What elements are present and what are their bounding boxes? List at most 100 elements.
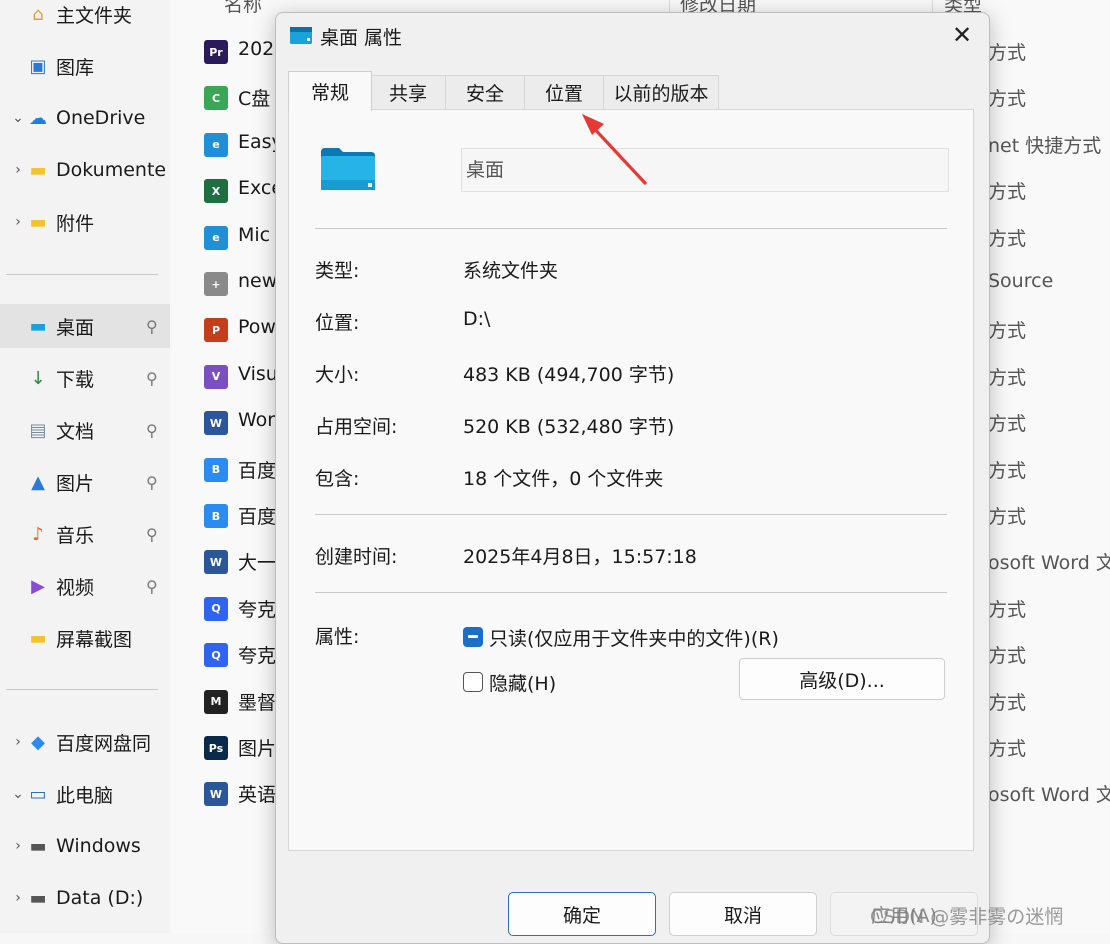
quark-icon: Q xyxy=(204,596,228,621)
close-button[interactable]: ✕ xyxy=(942,17,982,53)
readonly-label[interactable]: 只读(仅应用于文件夹中的文件)(R) xyxy=(489,624,779,651)
gallery-icon: ▣ xyxy=(29,55,47,77)
nav-item[interactable]: ▬ 屏幕截图 xyxy=(0,616,170,660)
cancel-button[interactable]: 取消 xyxy=(669,892,817,936)
nav-item-label: Windows xyxy=(56,835,141,857)
chevron-right-icon[interactable]: › xyxy=(10,214,26,230)
chevron-right-icon[interactable]: › xyxy=(10,890,26,906)
nav-item[interactable]: ▲ 图片 ⚲ xyxy=(0,460,170,504)
file-name: 大一 xyxy=(238,552,277,575)
nav-item-label: 百度网盘同 xyxy=(56,732,152,755)
desktop-icon: ▬ xyxy=(29,315,47,337)
created-label: 创建时间: xyxy=(315,546,398,568)
file-type: 方式 xyxy=(988,691,1027,714)
nav-item-label: 此电脑 xyxy=(56,784,114,807)
nav-item[interactable]: › ◆ 百度网盘同 xyxy=(0,720,170,764)
file-type: 方式 xyxy=(988,227,1027,250)
nav-item-label: Dokumente xyxy=(56,159,167,181)
file-name: Visu xyxy=(238,362,278,385)
tab-security[interactable]: 安全 xyxy=(445,75,525,109)
size-value: 483 KB (494,700 字节) xyxy=(463,364,675,386)
column-header-name[interactable]: 名称 xyxy=(224,0,262,17)
tab-sharing[interactable]: 共享 xyxy=(370,75,446,109)
word-icon: W xyxy=(204,550,228,575)
nav-separator xyxy=(6,274,158,275)
home-icon: ⌂ xyxy=(32,3,44,25)
hidden-label[interactable]: 隐藏(H) xyxy=(489,669,556,696)
drive-icon: ▬ xyxy=(29,887,47,909)
nav-item[interactable]: ⌂ 主文件夹 xyxy=(0,0,170,36)
excel-icon: X xyxy=(204,179,228,204)
nav-item[interactable]: ▤ 文档 ⚲ xyxy=(0,408,170,452)
pin-icon: ⚲ xyxy=(146,316,158,336)
chevron-right-icon[interactable]: › xyxy=(10,838,26,854)
contains-label: 包含: xyxy=(315,468,360,490)
properties-dialog: 桌面 属性 ✕ 常规 共享 安全 位置 以前的版本 桌面 类型: 系统文件夹 位… xyxy=(275,12,990,944)
tab-general[interactable]: 常规 xyxy=(288,71,372,111)
drive-icon: ▬ xyxy=(29,835,47,857)
file-type: net 快捷方式 xyxy=(988,134,1102,157)
dialog-title: 桌面 属性 xyxy=(320,27,403,49)
nav-item-label: 音乐 xyxy=(56,524,95,547)
quark-icon: Q xyxy=(204,643,228,668)
computer-icon: ▭ xyxy=(29,783,47,805)
file-type: 方式 xyxy=(988,459,1027,482)
visual-studio-icon: V xyxy=(204,364,228,389)
app-shortcut-icon: C xyxy=(204,86,228,111)
file-type: Source xyxy=(988,270,1054,292)
chevron-right-icon[interactable]: › xyxy=(10,734,26,750)
general-tab-panel: 桌面 类型: 系统文件夹 位置: D:\ 大小: 483 KB (494,700… xyxy=(288,109,974,851)
baidu-netdisk-icon: B xyxy=(204,457,228,482)
pin-icon: ⚲ xyxy=(146,472,158,492)
file-type: 方式 xyxy=(988,181,1027,204)
nav-item[interactable]: › ▬ Data (D:) xyxy=(0,876,170,920)
nav-item-label: 图片 xyxy=(56,472,95,495)
nav-item[interactable]: ▶ 视频 ⚲ xyxy=(0,564,170,608)
size-label: 大小: xyxy=(315,364,360,386)
tab-previous-versions[interactable]: 以前的版本 xyxy=(603,75,719,109)
nav-item[interactable]: ⌄ ☁ OneDrive xyxy=(0,96,170,140)
nav-item[interactable]: ⌄ ▭ 此电脑 xyxy=(0,772,170,816)
divider xyxy=(315,592,947,593)
nav-item[interactable]: ▣ 图库 xyxy=(0,44,170,88)
divider xyxy=(315,514,947,515)
pin-icon: ⚲ xyxy=(146,576,158,596)
advanced-button[interactable]: 高级(D)... xyxy=(739,658,945,700)
ok-button[interactable]: 确定 xyxy=(508,892,656,936)
nav-item[interactable]: ▬ 桌面 ⚲ xyxy=(0,304,170,348)
navigation-pane: ⌂ 主文件夹 ▣ 图库 ⌄ ☁ OneDrive › ▬ Dokumente › ▬ 附件 ▬ 桌面 ⚲ ↓ 下载… xyxy=(0,0,170,933)
chevron-down-icon[interactable]: ⌄ xyxy=(10,786,26,802)
folder-name-input[interactable]: 桌面 xyxy=(461,148,949,192)
column-divider[interactable] xyxy=(669,0,670,12)
readonly-checkbox[interactable] xyxy=(463,627,483,647)
file-name: 百度 xyxy=(238,459,277,482)
column-divider[interactable] xyxy=(932,0,933,12)
chevron-right-icon[interactable]: › xyxy=(10,162,26,178)
nav-item[interactable]: › ▬ 附件 xyxy=(0,200,170,244)
premiere-icon: Pr xyxy=(204,40,228,64)
file-type: 方式 xyxy=(988,738,1027,760)
file-name: C盘 xyxy=(238,88,271,111)
location-label: 位置: xyxy=(315,312,360,334)
file-name: Pow xyxy=(238,316,276,339)
nav-item[interactable]: › ▬ Windows xyxy=(0,824,170,868)
divider xyxy=(315,228,947,229)
tab-location[interactable]: 位置 xyxy=(524,75,604,109)
hidden-checkbox[interactable] xyxy=(463,672,483,692)
contains-value: 18 个文件，0 个文件夹 xyxy=(463,468,664,490)
download-icon: ↓ xyxy=(30,367,46,389)
file-type: 方式 xyxy=(988,88,1027,111)
nav-item[interactable]: ♪ 音乐 ⚲ xyxy=(0,512,170,556)
file-name: 英语 xyxy=(238,784,277,807)
chevron-down-icon[interactable]: ⌄ xyxy=(10,110,26,126)
file-name: Wor xyxy=(238,409,276,432)
dialog-titlebar[interactable]: 桌面 属性 ✕ xyxy=(276,13,989,57)
file-name: 图片 xyxy=(238,738,277,760)
pictures-icon: ▲ xyxy=(31,471,45,493)
file-name: 百度 xyxy=(238,506,277,528)
nav-item[interactable]: › ▬ Dokumente xyxy=(0,148,170,192)
file-name: 夸克 xyxy=(238,645,277,668)
baidu-netdisk-icon: B xyxy=(204,504,228,528)
nav-item-label: 主文件夹 xyxy=(56,4,133,27)
nav-item[interactable]: ↓ 下载 ⚲ xyxy=(0,356,170,400)
